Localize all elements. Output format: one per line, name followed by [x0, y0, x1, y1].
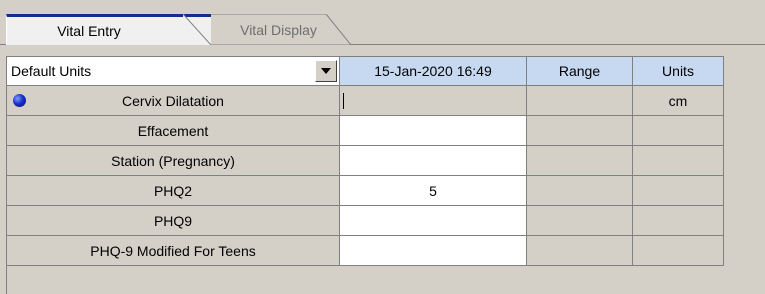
- row-label: Cervix Dilatation: [7, 86, 340, 116]
- grid-filler: [724, 86, 765, 116]
- datetime-column-header[interactable]: 15-Jan-2020 16:49: [340, 56, 527, 86]
- row-label: PHQ2: [7, 176, 340, 206]
- value-input[interactable]: [340, 206, 527, 236]
- range-cell: [527, 86, 633, 116]
- value-input[interactable]: [340, 146, 527, 176]
- range-cell: [527, 146, 633, 176]
- units-cell: cm: [633, 86, 724, 116]
- range-cell: [527, 236, 633, 266]
- units-cell: [633, 146, 724, 176]
- range-cell: [527, 206, 633, 236]
- grid-filler: [724, 56, 765, 86]
- units-column-header: Units: [633, 56, 724, 86]
- blue-dot-icon: [13, 94, 26, 107]
- row-label: PHQ9: [7, 206, 340, 236]
- grid-filler: [724, 146, 765, 176]
- table-row: Station (Pregnancy): [7, 146, 765, 176]
- table-row: PHQ2 5: [7, 176, 765, 206]
- value-input[interactable]: 5: [340, 176, 527, 206]
- row-label-text: Cervix Dilatation: [122, 92, 224, 109]
- grid-filler: [724, 176, 765, 206]
- row-label: Station (Pregnancy): [7, 146, 340, 176]
- table-row: PHQ-9 Modified For Teens: [7, 236, 765, 266]
- units-cell: [633, 206, 724, 236]
- table-row: PHQ9: [7, 206, 765, 236]
- table-row: Effacement: [7, 116, 765, 146]
- value-input[interactable]: [340, 116, 527, 146]
- vitals-grid: Default Units 15-Jan-2020 16:49 Range Un…: [6, 56, 765, 294]
- dropdown-button[interactable]: [315, 60, 337, 82]
- grid-filler: [724, 116, 765, 146]
- range-column-header: Range: [527, 56, 633, 86]
- table-row: Cervix Dilatation cm: [7, 86, 765, 116]
- units-cell: [633, 176, 724, 206]
- chevron-down-icon: [321, 68, 331, 74]
- tab-strip: Vital Display Vital Entry: [0, 0, 765, 46]
- tab-vital-entry-label: Vital Entry: [57, 23, 121, 39]
- tab-vital-display-label: Vital Display: [240, 21, 317, 38]
- units-cell: [633, 236, 724, 266]
- grid-header-row: Default Units 15-Jan-2020 16:49 Range Un…: [7, 56, 765, 86]
- grid-filler: [724, 236, 765, 266]
- value-input[interactable]: [340, 236, 527, 266]
- grid-filler: [724, 206, 765, 236]
- units-cell: [633, 116, 724, 146]
- range-cell: [527, 116, 633, 146]
- value-input[interactable]: [340, 86, 527, 116]
- units-dropdown-value: Default Units: [11, 63, 92, 79]
- text-caret: [343, 92, 344, 109]
- row-label: PHQ-9 Modified For Teens: [7, 236, 340, 266]
- range-cell: [527, 176, 633, 206]
- units-dropdown[interactable]: Default Units: [7, 56, 340, 86]
- tab-vital-entry-slant: [173, 14, 211, 45]
- row-label: Effacement: [7, 116, 340, 146]
